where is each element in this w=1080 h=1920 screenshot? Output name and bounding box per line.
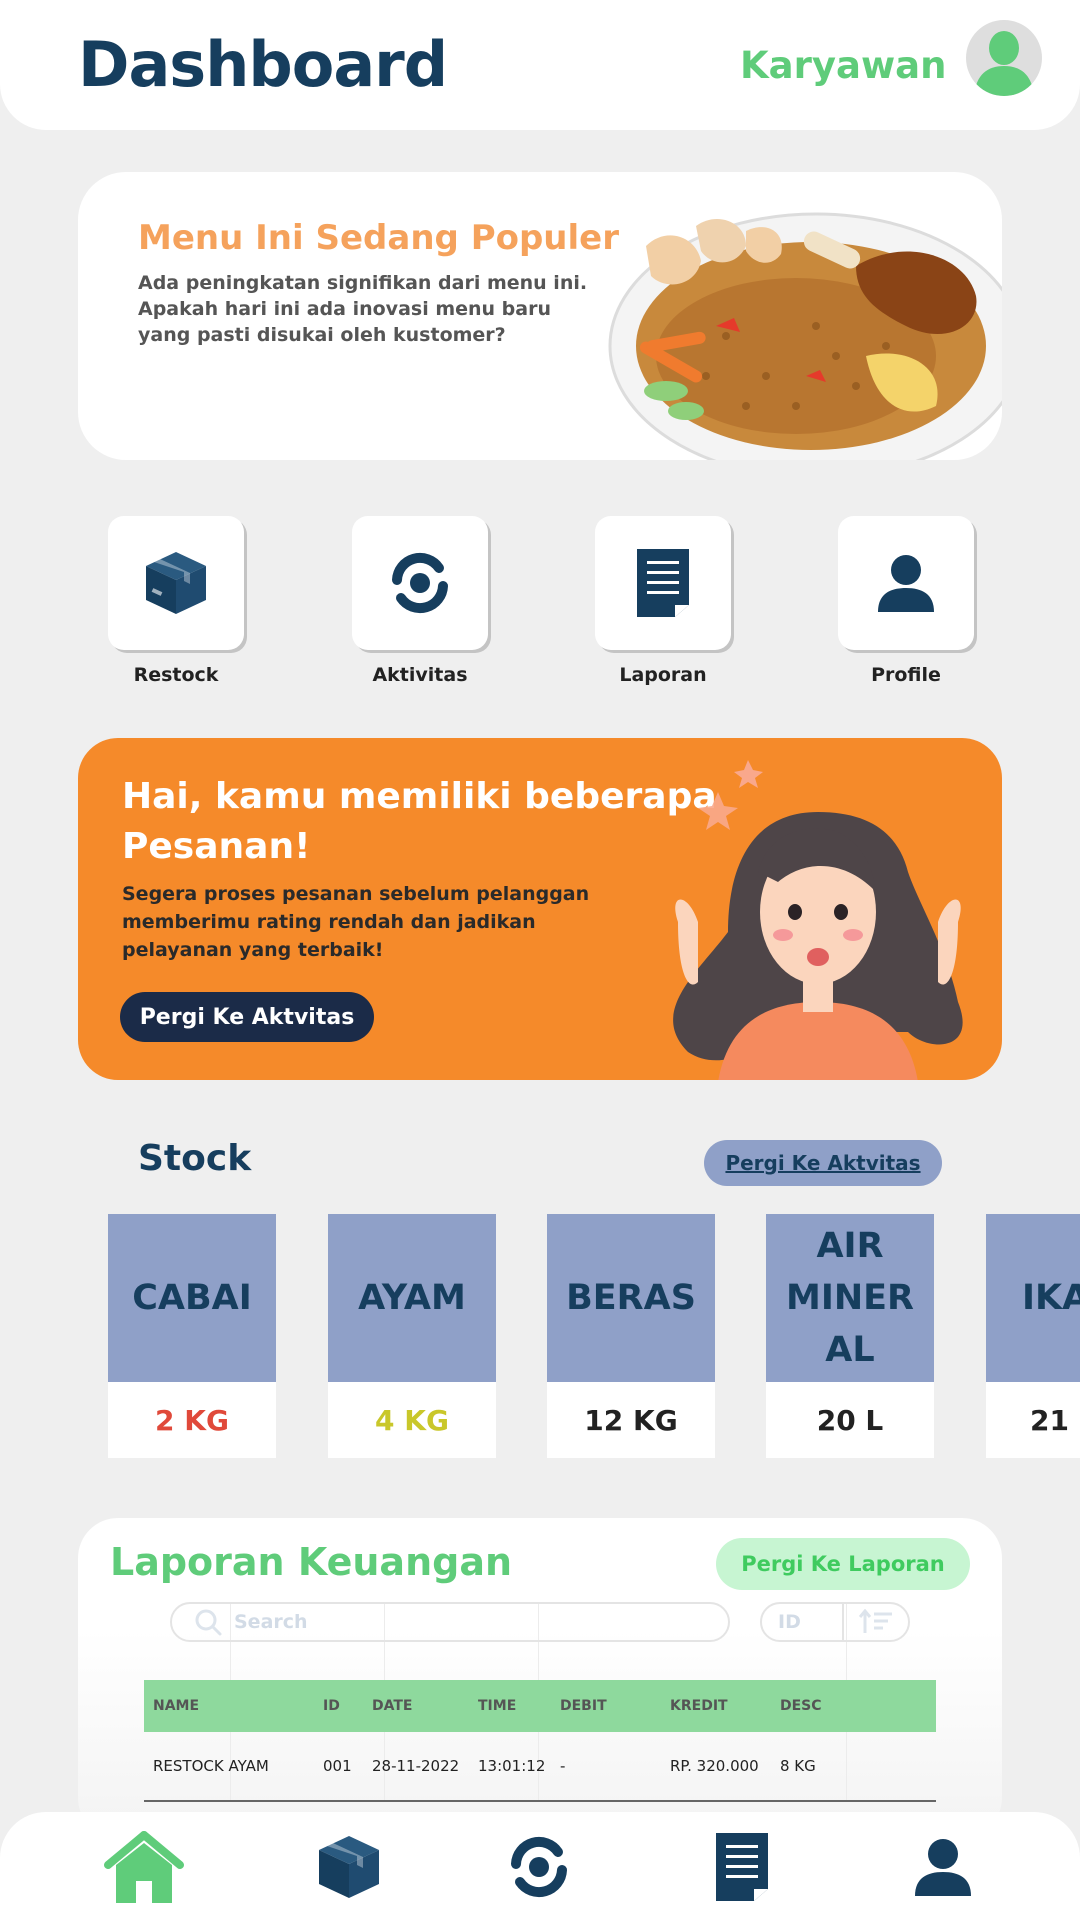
cell-name: RESTOCK AYAM — [153, 1757, 269, 1775]
stock-item-qty: 12 KG — [584, 1403, 678, 1437]
bottom-navigation — [0, 1812, 1080, 1920]
stock-item-name: AIR MINER AL — [766, 1214, 934, 1382]
report-icon[interactable] — [712, 1826, 772, 1908]
cell-time: 13:01:12 — [478, 1757, 546, 1775]
stock-go-to-activity-link[interactable]: Pergi Ke Aktvitas — [704, 1140, 942, 1186]
cell-id: 001 — [323, 1757, 352, 1775]
search-placeholder: Search — [234, 1611, 308, 1633]
column-header[interactable]: TIME — [469, 1698, 551, 1714]
restock-tile[interactable] — [108, 516, 244, 650]
profile-tile[interactable] — [838, 516, 974, 650]
column-header[interactable]: NAME — [144, 1698, 314, 1714]
column-header[interactable]: ID — [314, 1698, 363, 1714]
cell-date: 28-11-2022 — [372, 1757, 460, 1775]
id-filter[interactable]: ID — [760, 1602, 910, 1642]
cell-desc: 8 KG — [780, 1757, 816, 1775]
cell-debit: - — [560, 1757, 566, 1775]
cell-kredit: RP. 320.000 — [670, 1756, 759, 1775]
girl-illustration — [673, 760, 963, 1080]
header: Dashboard Karyawan — [0, 0, 1080, 130]
table-header: NAME ID DATE TIME DEBIT KREDIT DESC — [144, 1680, 936, 1732]
orders-banner: Hai, kamu memiliki beberapa Pesanan! Seg… — [78, 738, 1002, 1080]
aktivitas-button[interactable]: Aktivitas — [352, 516, 488, 686]
box-icon — [146, 552, 206, 614]
profile-icon[interactable] — [912, 1826, 974, 1908]
stock-card-ikan[interactable]: IKAN 21 KG — [986, 1214, 1080, 1458]
finance-title: Laporan Keuangan — [110, 1540, 513, 1584]
sort-icon[interactable] — [844, 1609, 908, 1635]
stock-card-air-mineral[interactable]: AIR MINER AL 20 L — [766, 1214, 934, 1458]
fried-rice-image — [608, 212, 1002, 460]
role-label: Karyawan — [740, 44, 947, 87]
finance-report-card: Laporan Keuangan Pergi Ke Laporan Search… — [78, 1518, 1002, 1838]
report-icon — [637, 549, 689, 617]
restock-label: Restock — [133, 664, 219, 686]
popular-menu-title: Menu Ini Sedang Populer — [138, 218, 619, 258]
box-icon[interactable] — [316, 1826, 382, 1908]
stock-item-qty: 4 KG — [375, 1403, 449, 1437]
popular-menu-text: Ada peningkatan signifikan dari menu ini… — [138, 272, 588, 346]
home-icon[interactable] — [104, 1826, 184, 1908]
profile-button[interactable]: Profile — [838, 516, 974, 686]
go-to-activity-button[interactable]: Pergi Ke Aktvitas — [120, 992, 374, 1042]
column-header[interactable]: DEBIT — [551, 1698, 661, 1714]
profile-icon — [878, 555, 934, 612]
activity-icon — [392, 552, 448, 614]
stock-item-name: AYAM — [328, 1214, 496, 1382]
profile-label: Profile — [871, 664, 941, 686]
stock-item-name: BERAS — [547, 1214, 715, 1382]
laporan-tile[interactable] — [595, 516, 731, 650]
column-header[interactable]: DESC — [771, 1698, 853, 1714]
laporan-button[interactable]: Laporan — [595, 516, 731, 686]
search-icon — [195, 1609, 222, 1636]
user-avatar-icon[interactable] — [966, 20, 1042, 96]
activity-icon[interactable] — [506, 1826, 572, 1908]
stock-item-name: CABAI — [108, 1214, 276, 1382]
table-row[interactable]: RESTOCK AYAM 001 28-11-2022 13:01:12 - R… — [144, 1732, 936, 1802]
aktivitas-tile[interactable] — [352, 516, 488, 650]
go-to-report-button[interactable]: Pergi Ke Laporan — [716, 1538, 970, 1590]
stock-item-qty: 21 KG — [1030, 1403, 1080, 1437]
laporan-label: Laporan — [619, 664, 707, 686]
popular-menu-card[interactable]: Menu Ini Sedang Populer Ada peningkatan … — [78, 172, 1002, 460]
search-input[interactable]: Search — [170, 1602, 730, 1642]
stock-item-name: IKAN — [986, 1214, 1080, 1382]
page-title: Dashboard — [78, 28, 448, 101]
restock-button[interactable]: Restock — [108, 516, 244, 686]
stock-card-cabai[interactable]: CABAI 2 KG — [108, 1214, 276, 1458]
stock-card-beras[interactable]: BERAS 12 KG — [547, 1214, 715, 1458]
column-header[interactable]: DATE — [363, 1698, 469, 1714]
orders-title: Hai, kamu memiliki beberapa Pesanan! — [122, 776, 717, 867]
column-header[interactable]: KREDIT — [661, 1696, 771, 1717]
aktivitas-label: Aktivitas — [372, 664, 468, 686]
stock-item-qty: 2 KG — [155, 1403, 229, 1437]
stock-title: Stock — [138, 1138, 252, 1179]
id-filter-placeholder[interactable]: ID — [762, 1604, 844, 1640]
orders-text: Segera proses pesanan sebelum pelanggan … — [122, 883, 590, 961]
stock-card-ayam[interactable]: AYAM 4 KG — [328, 1214, 496, 1458]
stock-item-qty: 20 L — [816, 1403, 884, 1437]
